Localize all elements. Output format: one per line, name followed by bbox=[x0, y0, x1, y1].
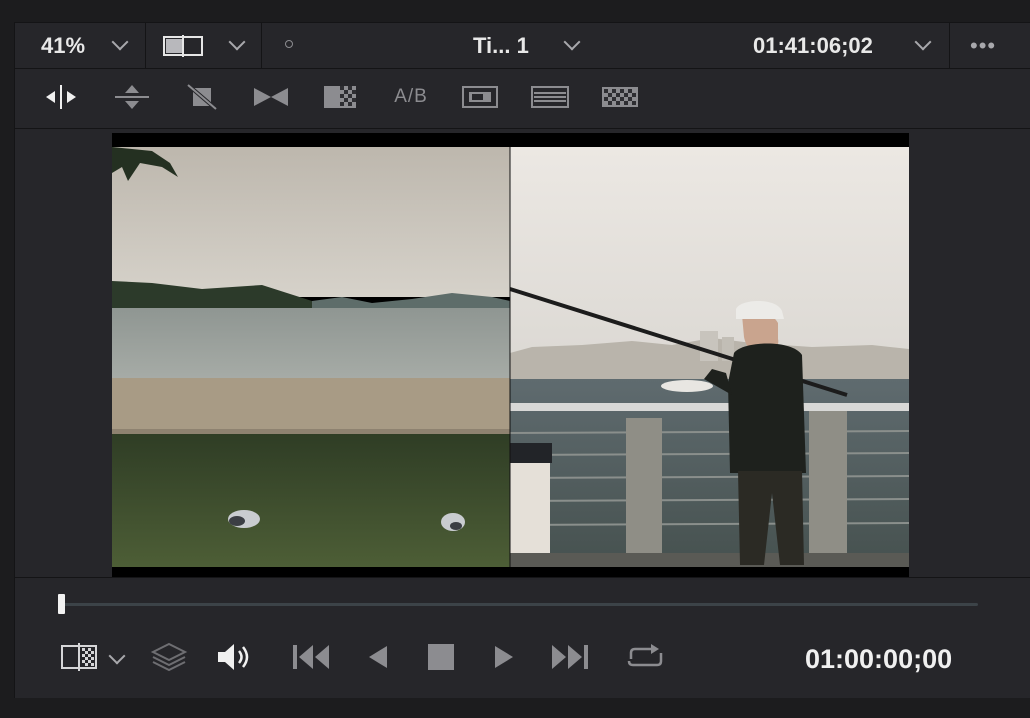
transport-controls: 01:00:00;00 bbox=[15, 577, 1030, 699]
top-strip bbox=[0, 0, 1030, 22]
viewer-layout-icon[interactable] bbox=[163, 35, 203, 57]
checker-wipe-icon[interactable] bbox=[322, 83, 358, 111]
venetian-wipe-icon[interactable] bbox=[251, 83, 291, 111]
stop-icon[interactable] bbox=[426, 640, 456, 674]
timecode-chevron-down-icon[interactable] bbox=[914, 33, 932, 51]
go-to-start-icon[interactable] bbox=[291, 640, 333, 674]
divider bbox=[949, 23, 950, 69]
no-wipe-icon[interactable] bbox=[185, 83, 219, 111]
layout-chevron-down-icon[interactable] bbox=[228, 33, 246, 51]
status-dot-icon bbox=[285, 40, 293, 48]
stripes-icon[interactable] bbox=[530, 83, 570, 111]
split-wipe-vertical-icon[interactable] bbox=[113, 83, 151, 111]
video-preview[interactable] bbox=[112, 133, 909, 577]
timeline-chevron-down-icon[interactable] bbox=[563, 33, 581, 51]
loop-icon[interactable] bbox=[623, 640, 669, 674]
zoom-chevron-down-icon[interactable] bbox=[111, 33, 129, 51]
checkerboard-icon[interactable] bbox=[600, 83, 640, 111]
playhead[interactable] bbox=[58, 594, 65, 614]
go-to-end-icon[interactable] bbox=[548, 640, 590, 674]
split-wipe-horizontal-icon[interactable] bbox=[42, 83, 80, 111]
zoom-level[interactable]: 41% bbox=[41, 33, 85, 59]
viewer-mode-icon[interactable] bbox=[60, 640, 100, 674]
ab-toggle-icon[interactable]: A/B bbox=[389, 83, 433, 111]
left-clip-image bbox=[112, 147, 510, 567]
picture-in-picture-icon[interactable] bbox=[461, 83, 499, 111]
viewer-panel: 41% Ti... 1 01:41:06;02 ••• A/B 01:00:00… bbox=[14, 22, 1030, 698]
more-options-icon[interactable]: ••• bbox=[970, 33, 996, 59]
right-clip-image bbox=[509, 147, 909, 567]
step-back-icon[interactable] bbox=[365, 640, 391, 674]
viewer-header: 41% Ti... 1 01:41:06;02 ••• bbox=[15, 23, 1030, 69]
header-timecode: 01:41:06;02 bbox=[753, 33, 873, 58]
scrub-bar[interactable] bbox=[62, 603, 978, 606]
timeline-name[interactable]: Ti... 1 bbox=[473, 33, 529, 59]
play-icon[interactable] bbox=[491, 640, 517, 674]
current-timecode: 01:00:00;00 bbox=[805, 644, 953, 674]
bottom-strip bbox=[0, 698, 1030, 718]
divider bbox=[261, 23, 262, 69]
wipe-toolbar: A/B bbox=[15, 69, 1030, 129]
viewer-mode-chevron-down-icon[interactable] bbox=[108, 647, 126, 665]
volume-icon[interactable] bbox=[215, 640, 255, 674]
divider bbox=[145, 23, 146, 69]
layers-icon[interactable] bbox=[150, 640, 188, 674]
